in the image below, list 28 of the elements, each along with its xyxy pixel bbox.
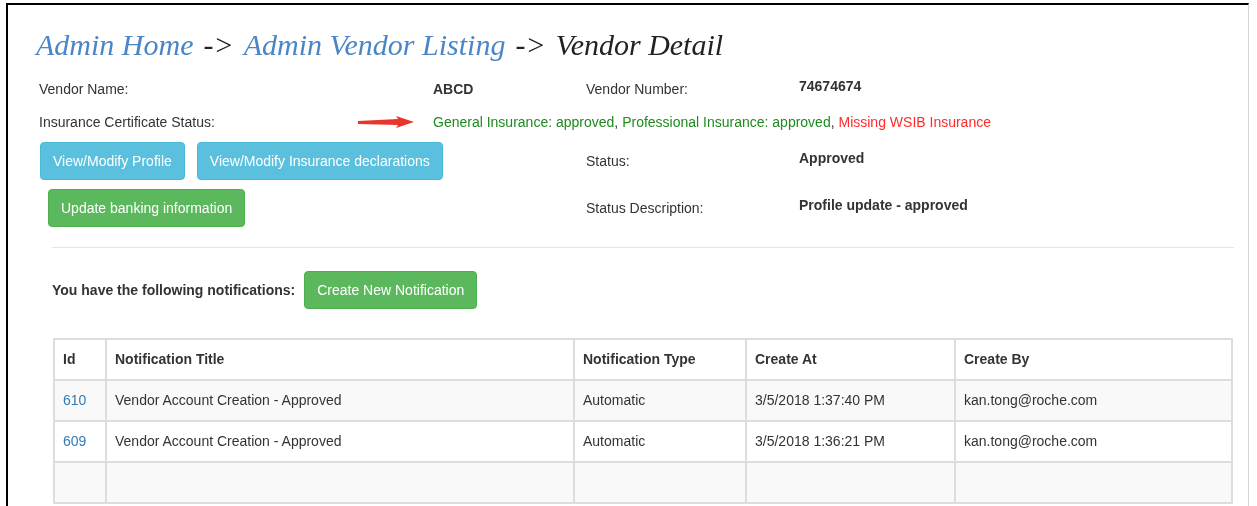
breadcrumb-link[interactable]: Admin Home (36, 25, 194, 65)
arrow-icon (358, 116, 414, 128)
notifications-heading: You have the following notifications: (52, 280, 296, 300)
breadcrumb-separator: -> (203, 27, 234, 63)
vendor-number: 74674674 (799, 76, 862, 96)
field-label: Status Description: (586, 198, 705, 218)
notification-id-link[interactable]: 609 (63, 433, 87, 449)
field-label: Vendor Name: (38, 79, 130, 99)
field-label: Vendor Number: (586, 79, 689, 99)
notification-id-link[interactable]: 610 (63, 392, 87, 408)
column-header: Create By (955, 339, 1232, 380)
action-button[interactable]: View/Modify Profile (40, 142, 185, 180)
column-header: Notification Title (106, 339, 574, 380)
breadcrumb-link[interactable]: Admin Vendor Listing (243, 25, 506, 65)
create-notification-button[interactable]: Create New Notification (304, 271, 478, 309)
status-description: Profile update - approved (799, 195, 968, 215)
status-value: Approved (799, 148, 865, 168)
vendor-name: ABCD (433, 79, 475, 99)
column-header: Create At (746, 339, 955, 380)
column-header: Notification Type (574, 339, 746, 380)
page-title: Vendor Detail (555, 27, 724, 63)
field-label: Insurance Certificate Status: (38, 112, 216, 132)
breadcrumb-separator: -> (515, 27, 546, 63)
field-label: Status: (586, 151, 631, 171)
column-header: Id (54, 339, 106, 380)
update-banking-button[interactable]: Update banking information (48, 189, 246, 227)
insurance-status: General Insurance: approved, Professional Insurance: approved, Missing WSIB Insurance (433, 112, 991, 132)
action-button[interactable]: View/Modify Insurance declarations (196, 142, 443, 180)
